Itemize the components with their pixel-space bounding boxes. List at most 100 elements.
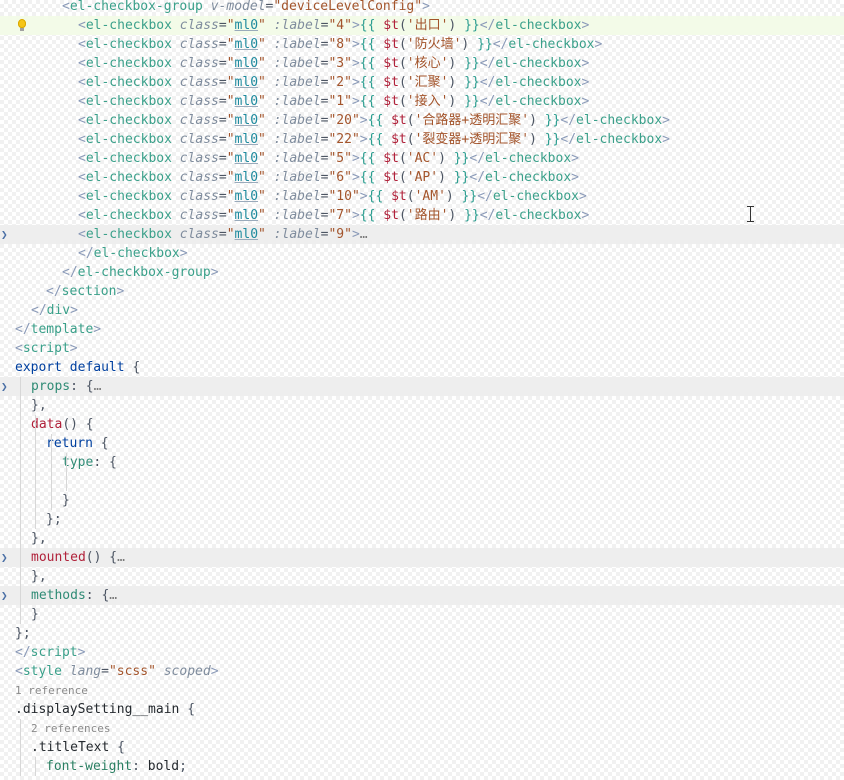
code-token: ( — [398, 18, 407, 33]
code-token: > — [581, 94, 590, 109]
code-line[interactable]: ❯ <el-checkbox class="ml0" :label="9">… — [0, 225, 844, 244]
code-line[interactable]: .titleText { — [0, 738, 844, 757]
chevron-right-icon[interactable]: ❯ — [1, 586, 11, 605]
code-token: }} — [456, 56, 480, 71]
code-line[interactable]: <el-checkbox class="ml0" :label="6">{{ $… — [0, 168, 844, 187]
code-token: " — [258, 170, 266, 185]
code-token: () { — [85, 550, 118, 565]
code-line[interactable]: data() { — [0, 415, 844, 434]
code-token: }} — [456, 208, 480, 223]
code-line[interactable]: </el-checkbox-group> — [0, 263, 844, 282]
code-token: {{ — [359, 151, 384, 166]
code-line[interactable]: .displaySetting__main { — [0, 700, 844, 719]
code-token: = — [218, 132, 227, 147]
code-token: </ — [479, 18, 496, 33]
code-line[interactable]: }; — [0, 510, 844, 529]
code-token: "10" — [328, 189, 360, 204]
code-token: ml0 — [234, 170, 259, 185]
code-token: > — [210, 265, 219, 280]
code-token: </ — [62, 265, 78, 280]
code-token: = — [218, 37, 227, 52]
code-token: } — [62, 493, 70, 508]
code-line[interactable] — [0, 472, 844, 491]
code-token: $t — [391, 132, 407, 147]
code-token: ml0 — [234, 75, 259, 90]
code-line[interactable]: <script> — [0, 339, 844, 358]
codelens-references[interactable]: 1 reference — [0, 681, 844, 700]
code-line[interactable]: ❯ props: {… — [0, 377, 844, 396]
lightbulb-icon[interactable] — [18, 19, 26, 31]
code-line[interactable]: <el-checkbox class="ml0" :label="20">{{ … — [0, 111, 844, 130]
code-token: ( — [398, 94, 407, 109]
code-line[interactable]: ❯ methods: {… — [0, 586, 844, 605]
code-line[interactable]: <style lang="scss" scoped> — [0, 662, 844, 681]
code-line[interactable]: <el-checkbox class="ml0" :label="1">{{ $… — [0, 92, 844, 111]
code-token: class — [171, 75, 219, 90]
code-line[interactable]: </el-checkbox> — [0, 244, 844, 263]
code-line[interactable]: <el-checkbox class="ml0" :label="7">{{ $… — [0, 206, 844, 225]
code-token: el-checkbox — [495, 18, 582, 33]
code-token: </ — [560, 113, 577, 128]
codelens-references[interactable]: 2 references — [0, 719, 844, 738]
code-line[interactable]: }, — [0, 396, 844, 415]
code-line[interactable]: <el-checkbox class="ml0" :label="5">{{ $… — [0, 149, 844, 168]
code-token: … — [93, 379, 102, 394]
code-token: el-checkbox — [85, 18, 172, 33]
code-token: el-checkbox — [495, 94, 582, 109]
code-token: $t — [383, 151, 399, 166]
code-line[interactable]: </script> — [0, 643, 844, 662]
code-token: = — [218, 208, 227, 223]
code-token: { — [179, 702, 196, 717]
code-editor[interactable]: <el-checkbox-group v-model="deviceLevelC… — [0, 0, 844, 780]
code-line[interactable]: <el-checkbox class="ml0" :label="8">{{ $… — [0, 35, 844, 54]
code-line[interactable]: <el-checkbox class="ml0" :label="4">{{ $… — [0, 16, 844, 35]
code-line[interactable]: export default { — [0, 358, 844, 377]
code-line[interactable]: ❯ mounted() {… — [0, 548, 844, 567]
code-line[interactable]: </section> — [0, 282, 844, 301]
chevron-right-icon[interactable]: ❯ — [1, 377, 11, 396]
code-token: el-checkbox — [485, 151, 572, 166]
code-token: > — [351, 227, 360, 242]
chevron-right-icon[interactable]: ❯ — [1, 225, 11, 244]
code-line[interactable]: </div> — [0, 301, 844, 320]
code-token: 'AM' — [414, 189, 446, 204]
code-token: "scss" — [108, 664, 156, 679]
code-token: </ — [492, 37, 509, 52]
code-token: … — [117, 550, 125, 565]
code-token: el-checkbox — [492, 189, 579, 204]
code-token: }, — [31, 531, 47, 546]
code-token: el-checkbox — [85, 37, 172, 52]
code-token: > — [359, 113, 368, 128]
code-text: <el-checkbox class="ml0" :label="10">{{ … — [78, 187, 587, 206]
code-token: props — [31, 379, 71, 394]
code-line[interactable]: <el-checkbox class="ml0" :label="3">{{ $… — [0, 54, 844, 73]
code-line[interactable]: } — [0, 491, 844, 510]
code-token: </ — [46, 284, 62, 299]
code-line[interactable]: </template> — [0, 320, 844, 339]
code-token: > — [581, 18, 590, 33]
code-token: }} — [453, 189, 478, 204]
code-line[interactable]: <el-checkbox class="ml0" :label="22">{{ … — [0, 130, 844, 149]
code-token: {{ — [359, 170, 384, 185]
code-text: <el-checkbox class="ml0" :label="2">{{ $… — [78, 73, 589, 92]
code-line[interactable]: } — [0, 605, 844, 624]
code-line[interactable]: <el-checkbox-group v-model="deviceLevelC… — [0, 0, 844, 16]
code-token: el-checkbox — [576, 113, 663, 128]
code-line[interactable]: return { — [0, 434, 844, 453]
code-token: el-checkbox — [495, 75, 582, 90]
indent-guide — [35, 415, 36, 529]
chevron-right-icon[interactable]: ❯ — [1, 548, 11, 567]
code-line[interactable]: }, — [0, 567, 844, 586]
code-line[interactable]: font-weight: bold; — [0, 757, 844, 776]
code-line[interactable]: <el-checkbox class="ml0" :label="10">{{ … — [0, 187, 844, 206]
code-token: … — [109, 588, 118, 603]
code-line[interactable]: }, — [0, 529, 844, 548]
code-text: </section> — [46, 282, 124, 301]
code-token: scoped — [155, 664, 211, 679]
code-line[interactable]: }; — [0, 624, 844, 643]
code-token: > — [70, 303, 78, 318]
code-line[interactable]: type: { — [0, 453, 844, 472]
code-line[interactable]: <el-checkbox class="ml0" :label="2">{{ $… — [0, 73, 844, 92]
code-token: </ — [78, 246, 94, 261]
code-token: }} — [536, 132, 561, 147]
